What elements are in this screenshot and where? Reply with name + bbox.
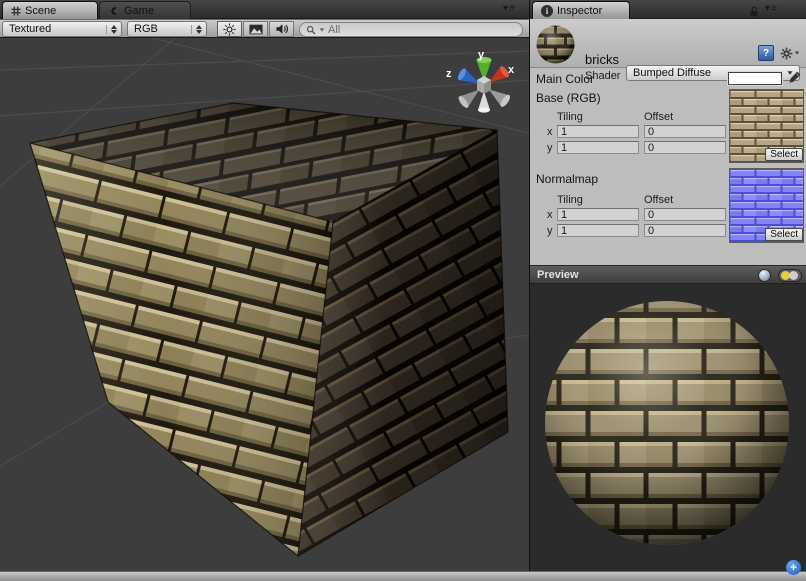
gear-icon [780,46,793,61]
gear-button[interactable] [780,45,800,61]
game-icon [108,5,120,17]
base-texture-label: Base (RGB) [536,91,601,105]
inspector-panel: i Inspector ▾≡ [529,0,806,571]
material-name: bricks [585,52,619,67]
preview-viewport[interactable] [530,284,806,571]
search-input[interactable] [328,23,516,36]
scene-toolbar: Textured RGB [0,19,529,38]
normalmap-y-row-label: y [547,225,553,237]
eyedropper-icon[interactable] [788,70,802,85]
main-color-swatch[interactable] [728,72,782,85]
gizmo-x-label: x [508,64,515,76]
preview-sphere-canvas[interactable] [530,284,806,571]
scene-grid-icon [11,6,21,16]
inspector-tabbar: i Inspector ▾≡ [530,0,806,19]
base-y-row-label: y [547,142,553,154]
normalmap-label: Normalmap [536,172,598,186]
scene-viewport[interactable]: y x z [0,38,529,571]
light-off-dot-icon [789,271,798,280]
tab-scene[interactable]: Scene [2,1,98,19]
preview-lighting-toggle[interactable] [778,269,802,282]
preview-shape-button[interactable] [758,269,771,282]
asset-labels-button[interactable]: + [786,560,801,575]
scene-viewport-canvas[interactable]: y x z [0,38,529,571]
base-select-button[interactable]: Select [765,148,803,161]
base-tiling-header: Tiling [557,111,583,123]
audio-icon [275,23,289,35]
search-icon [306,25,316,35]
color-channel-value: RGB [134,23,187,35]
normalmap-x-row-label: x [547,209,553,221]
normalmap-tiling-header: Tiling [557,194,583,206]
base-offset-x-field[interactable] [644,125,726,138]
material-header: bricks Shader Bumped Diffuse ? [530,19,806,68]
window-bottom-bar [0,571,806,581]
unity-editor-window: Scene Game ▾≡ Textured RGB [0,0,806,581]
gizmo-y-label: y [478,49,485,61]
normalmap-offset-y-field[interactable] [644,224,726,237]
base-tiling-y-field[interactable] [557,141,639,154]
dropdown-arrows-icon [106,25,117,34]
tab-inspector[interactable]: i Inspector [532,1,630,19]
preview-header[interactable]: Preview [530,265,806,284]
dropdown-arrows-icon [191,25,202,34]
draw-mode-dropdown[interactable]: Textured [2,21,122,37]
normalmap-tiling-x-field[interactable] [557,208,639,221]
base-texture-thumbnail[interactable]: Select [729,89,804,163]
preview-sphere-shading [545,301,789,545]
skybox-toggle-button[interactable] [243,21,268,37]
scene-search-field[interactable] [299,22,523,37]
normalmap-tiling-y-field[interactable] [557,224,639,237]
base-tiling-x-field[interactable] [557,125,639,138]
normalmap-offset-header: Offset [644,194,673,206]
scene-panel: Scene Game ▾≡ Textured RGB [0,0,529,571]
help-icon[interactable]: ? [758,45,774,61]
audio-toggle-button[interactable] [269,21,294,37]
chevron-down-icon [795,52,799,55]
base-offset-y-field[interactable] [644,141,726,154]
image-icon [249,24,263,35]
inspector-panel-menu-icon[interactable]: ▾≡ [765,3,778,14]
lighting-toggle-button[interactable] [217,21,242,37]
material-preview-ball [536,25,575,64]
search-filter-arrow-icon[interactable] [320,28,325,31]
base-offset-header: Offset [644,111,673,123]
tab-game[interactable]: Game [99,1,191,19]
lock-icon[interactable] [748,5,760,17]
tab-inspector-label: Inspector [557,5,602,17]
gizmo-z-label: z [446,68,452,80]
scene-tabbar: Scene Game ▾≡ [0,0,529,19]
info-icon: i [541,5,553,17]
base-x-row-label: x [547,126,553,138]
draw-mode-value: Textured [9,23,102,35]
normalmap-thumbnail[interactable]: Select [729,168,804,243]
tab-scene-label: Scene [25,5,56,17]
color-channel-dropdown[interactable]: RGB [127,21,207,37]
sun-icon [223,23,236,36]
main-color-label: Main Color [536,72,594,86]
normalmap-offset-x-field[interactable] [644,208,726,221]
scene-panel-menu-icon[interactable]: ▾≡ [503,3,516,14]
normalmap-select-button[interactable]: Select [765,228,803,241]
preview-title: Preview [537,269,579,281]
tab-game-label: Game [124,5,154,17]
